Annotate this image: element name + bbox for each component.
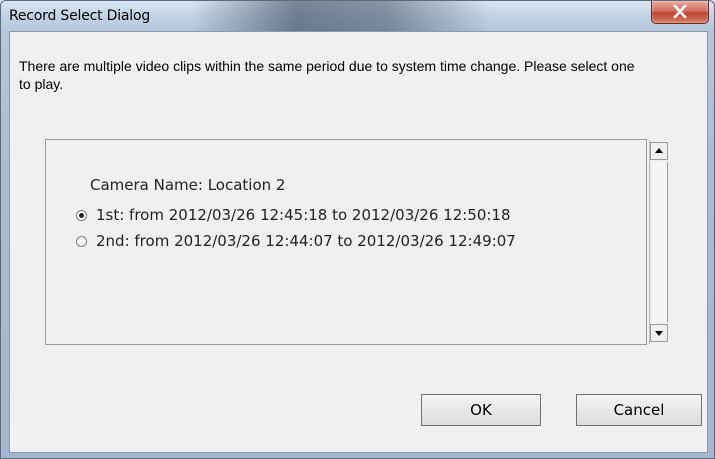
scroll-track[interactable] [650,162,668,322]
vertical-scrollbar[interactable] [649,140,668,344]
clip-option-2-label: 2nd: from 2012/03/26 12:44:07 to 2012/03… [96,232,516,250]
clip-option-2[interactable]: 2nd: from 2012/03/26 12:44:07 to 2012/03… [76,232,516,250]
scroll-up-arrow-icon [655,148,663,153]
cancel-button[interactable]: Cancel [576,394,702,426]
close-icon [673,5,687,18]
clip-option-1[interactable]: 1st: from 2012/03/26 12:45:18 to 2012/03… [76,206,511,224]
scroll-down-button[interactable] [650,324,668,342]
scroll-down-arrow-icon [655,331,663,336]
radio-selected-icon[interactable] [76,209,87,221]
radio-unselected-icon[interactable] [76,235,87,247]
ok-button[interactable]: OK [421,394,541,426]
title-bar[interactable]: Record Select Dialog [1,1,714,31]
record-select-dialog: Record Select Dialog There are multiple … [0,0,715,459]
window-title: Record Select Dialog [9,8,151,24]
info-message: There are multiple video clips within th… [19,58,635,92]
close-button[interactable] [651,1,709,24]
clip-list-box: Camera Name: Location 2 1st: from 2012/0… [45,139,668,345]
camera-name-label: Camera Name: Location 2 [90,176,286,194]
scroll-up-button[interactable] [650,142,668,160]
clip-option-1-label: 1st: from 2012/03/26 12:45:18 to 2012/03… [96,206,511,224]
title-bar-shade [191,1,491,31]
